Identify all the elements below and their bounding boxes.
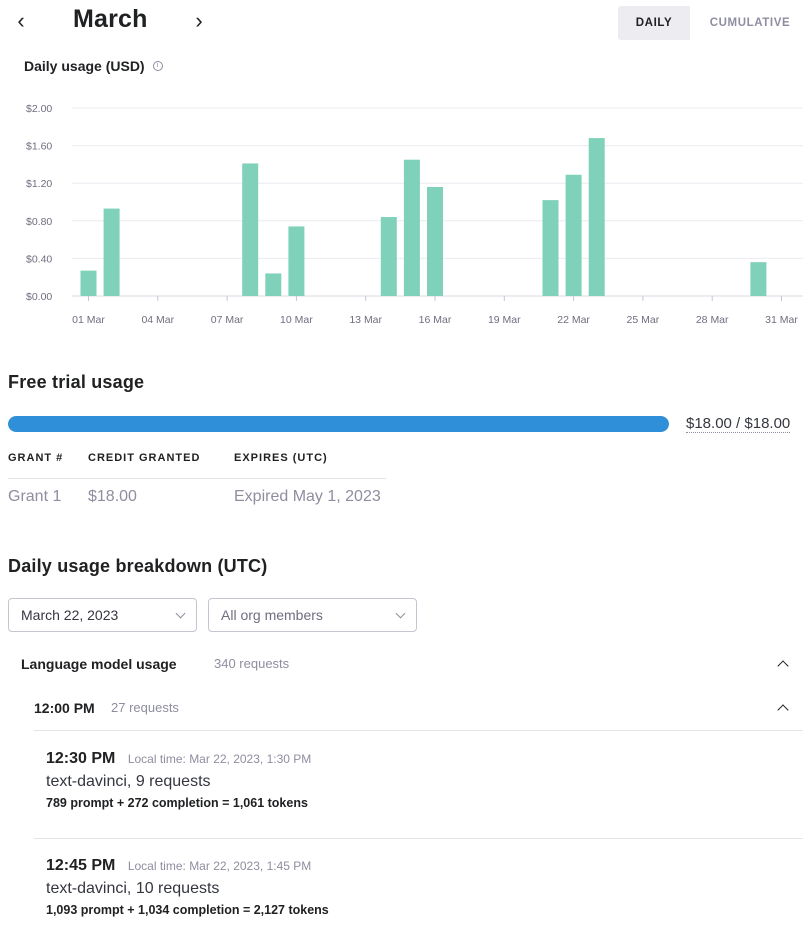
members-select[interactable]: All org members — [208, 598, 417, 632]
bar — [80, 270, 97, 296]
y-tick-label: $1.60 — [26, 141, 52, 153]
x-tick-label: 25 Mar — [627, 314, 660, 326]
date-select-value: March 22, 2023 — [21, 607, 119, 623]
expires-header: EXPIRES (UTC) — [234, 452, 328, 464]
free-trial-usage-amount[interactable]: $18.00 / $18.00 — [686, 415, 791, 433]
divider — [34, 730, 803, 731]
month-title: March — [73, 5, 148, 33]
entry-model: text-davinci, 9 requests — [46, 773, 211, 790]
date-select[interactable]: March 22, 2023 — [8, 598, 197, 632]
chevron-up-icon — [777, 660, 789, 672]
x-tick-label: 13 Mar — [349, 314, 382, 326]
entry-local-time: Local time: Mar 22, 2023, 1:45 PM — [127, 859, 312, 873]
x-tick-label: 31 Mar — [765, 314, 798, 326]
table-divider — [8, 478, 386, 479]
language-model-usage-label: Language model usage — [21, 656, 177, 672]
entry-time: 12:45 PM — [46, 857, 116, 874]
bar — [750, 262, 767, 296]
x-tick-label: 22 Mar — [557, 314, 590, 326]
members-select-value: All org members — [221, 607, 323, 623]
chevron-down-icon — [395, 608, 406, 619]
free-trial-progress-bar — [8, 416, 669, 432]
entry-model: text-davinci, 10 requests — [46, 880, 220, 897]
hour-group-label: 12:00 PM — [34, 700, 95, 716]
x-tick-label: 19 Mar — [488, 314, 521, 326]
entry-tokens: 789 prompt + 272 completion = 1,061 toke… — [46, 796, 308, 810]
x-tick-label: 28 Mar — [696, 314, 729, 326]
daily-toggle-button[interactable]: DAILY — [618, 6, 690, 40]
credit-granted-header: CREDIT GRANTED — [88, 452, 201, 464]
free-trial-title: Free trial usage — [8, 372, 145, 392]
x-tick-label: 16 Mar — [419, 314, 452, 326]
grant-number-cell: Grant 1 — [8, 488, 62, 505]
bar — [103, 208, 120, 296]
bar — [403, 159, 420, 296]
entry-tokens: 1,093 prompt + 1,034 completion = 2,127 … — [46, 903, 329, 917]
credit-granted-cell: $18.00 — [88, 488, 137, 505]
bar — [265, 273, 282, 296]
entry-local-time: Local time: Mar 22, 2023, 1:30 PM — [127, 752, 312, 766]
entry-time: 12:30 PM — [46, 750, 116, 767]
chart-title-label: Daily usage (USD) — [24, 58, 145, 74]
view-toggle: DAILY CUMULATIVE — [618, 6, 803, 40]
bar — [380, 217, 397, 296]
x-tick-label: 10 Mar — [280, 314, 313, 326]
free-trial-progress-fill — [8, 416, 669, 432]
expires-cell: Expired May 1, 2023 — [234, 488, 381, 505]
x-tick-label: 01 Mar — [72, 314, 105, 326]
daily-usage-chart: $0.00 $0.40 $0.80 $1.20 $1.60 $2.00 01 Mar 04 M… — [26, 103, 803, 326]
bar — [427, 186, 443, 296]
language-model-request-count: 340 requests — [214, 656, 290, 671]
bar — [588, 138, 605, 296]
x-tick-label: 04 Mar — [141, 314, 174, 326]
info-icon[interactable]: i — [152, 61, 163, 71]
y-tick-label: $2.00 — [26, 103, 52, 115]
chart-title: Daily usage (USD) i — [24, 58, 163, 74]
divider — [34, 838, 803, 839]
x-tick-label: 07 Mar — [211, 314, 244, 326]
y-tick-label: $1.20 — [26, 178, 52, 190]
hour-group-request-count: 27 requests — [111, 700, 179, 715]
y-tick-label: $0.40 — [26, 253, 52, 265]
chevron-up-icon — [777, 704, 789, 716]
bar — [565, 174, 582, 296]
hour-group-toggle[interactable]: 12:00 PM 27 requests — [0, 694, 803, 724]
usage-entry: 12:45 PM Local time: Mar 22, 2023, 1:45 … — [46, 857, 786, 917]
language-model-usage-toggle[interactable]: Language model usage 340 requests — [0, 650, 803, 680]
daily-breakdown-title: Daily usage breakdown (UTC) — [8, 556, 268, 576]
chevron-down-icon — [175, 608, 186, 619]
chevron-left-icon[interactable]: ‹ — [11, 8, 31, 34]
usage-entry: 12:30 PM Local time: Mar 22, 2023, 1:30 … — [46, 750, 786, 810]
bar — [288, 226, 305, 296]
chevron-right-icon[interactable]: › — [189, 8, 209, 34]
bar — [542, 200, 559, 296]
bar — [242, 163, 259, 296]
grant-number-header: GRANT # — [8, 452, 64, 464]
cumulative-toggle-button[interactable]: CUMULATIVE — [690, 6, 803, 40]
month-navigation: ‹ March › — [0, 0, 260, 42]
y-tick-label: $0.00 — [26, 291, 52, 303]
y-tick-label: $0.80 — [26, 216, 52, 228]
